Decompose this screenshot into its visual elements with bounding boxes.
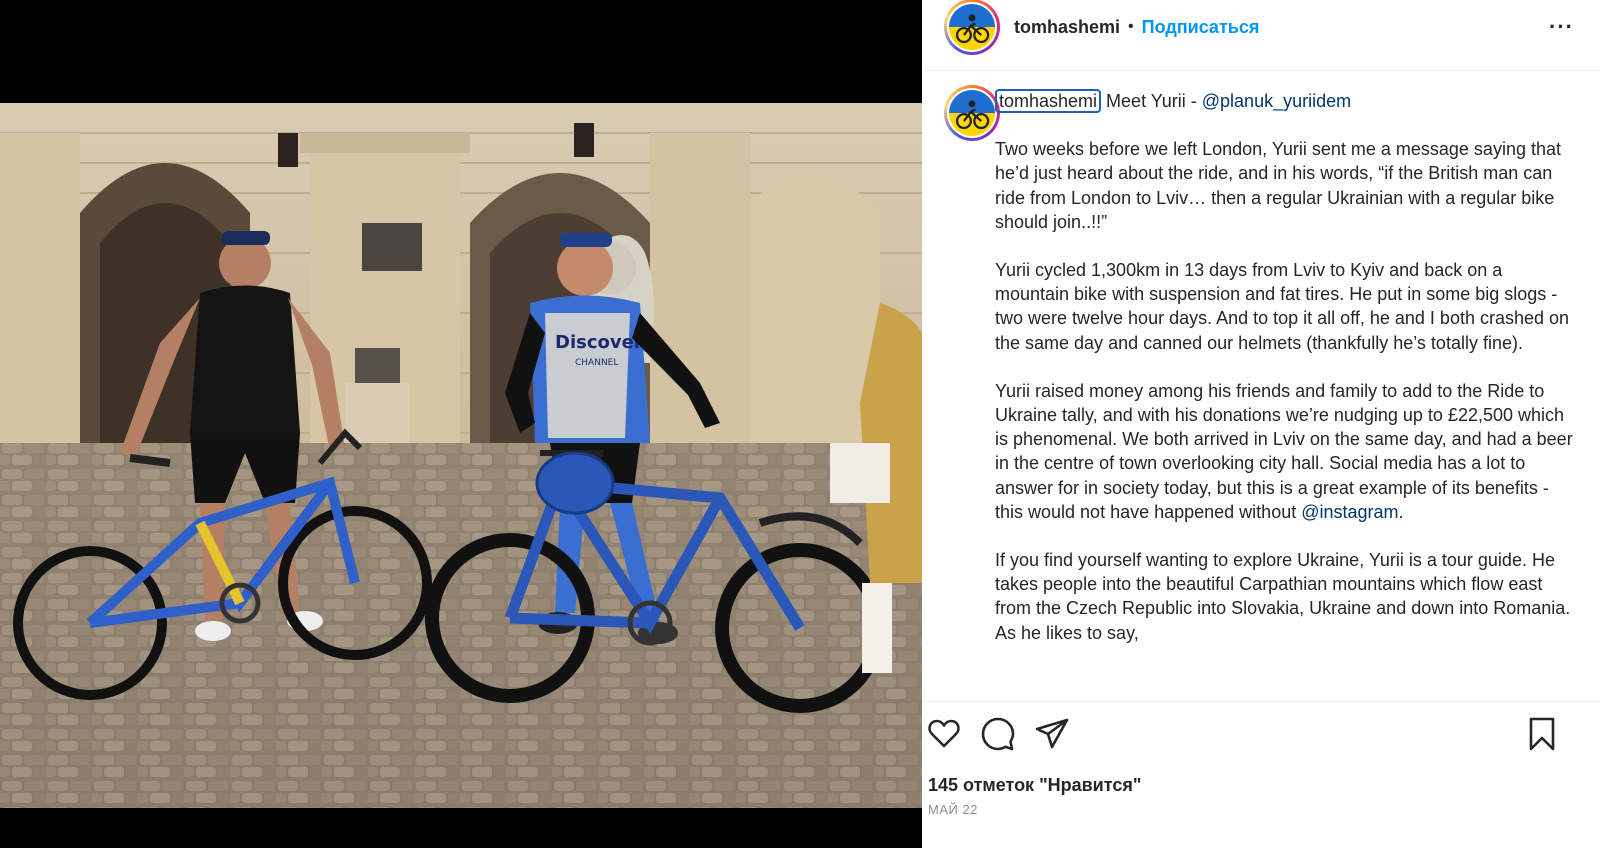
post-actions — [922, 716, 1600, 760]
header-avatar[interactable] — [944, 0, 1000, 55]
paper-plane-icon[interactable] — [1034, 716, 1070, 752]
mention-link[interactable]: @instagram — [1301, 502, 1398, 522]
caption-paragraph: Yurii cycled 1,300km in 13 days from Lvi… — [995, 260, 1570, 353]
post-date: МАЙ 22 — [928, 802, 978, 817]
caption-paragraph: Two weeks before we left London, Yurii s… — [995, 139, 1561, 232]
cyclist-avatar-icon — [949, 90, 995, 136]
cyclist-avatar-icon — [949, 4, 995, 50]
bookmark-icon[interactable] — [1524, 716, 1560, 752]
caption-paragraph: Yurii raised money among his friends and… — [995, 379, 1580, 524]
post-view: Discovery CHANNEL tomhashemi • Подписать… — [0, 0, 1600, 848]
caption-scroll-area[interactable]: tomhashemi Meet Yurii - @planuk_yuriidem… — [922, 71, 1600, 701]
cyclists-photo: Discovery CHANNEL — [0, 103, 922, 808]
jersey-subtext: CHANNEL — [575, 358, 618, 368]
actions-divider — [922, 701, 1600, 702]
header-username[interactable]: tomhashemi — [1014, 17, 1120, 38]
caption: tomhashemi Meet Yurii - @planuk_yuriidem… — [995, 89, 1580, 645]
caption-avatar[interactable] — [944, 85, 1000, 141]
mention-link[interactable]: @planuk_yuriidem — [1202, 91, 1351, 111]
post-header: tomhashemi • Подписаться ··· — [922, 0, 1600, 55]
comment-icon[interactable] — [980, 716, 1016, 752]
caption-paragraph-text: Yurii raised money among his friends and… — [995, 380, 1573, 522]
more-options-icon[interactable]: ··· — [1549, 14, 1574, 40]
caption-paragraph: If you find yourself wanting to explore … — [995, 550, 1571, 643]
follow-button[interactable]: Подписаться — [1142, 17, 1260, 38]
post-photo[interactable]: Discovery CHANNEL — [0, 103, 922, 808]
post-media: Discovery CHANNEL — [0, 0, 922, 848]
heart-icon[interactable] — [926, 716, 962, 752]
caption-username-link[interactable]: tomhashemi — [995, 89, 1102, 113]
caption-intro: Meet Yurii - — [1101, 91, 1202, 111]
likes-count[interactable]: 145 отметок "Нравится" — [928, 775, 1141, 796]
post-panel: tomhashemi • Подписаться ··· tomhashemi … — [922, 0, 1600, 848]
caption-first-line: tomhashemi Meet Yurii - @planuk_yuriidem — [995, 89, 1580, 113]
header-separator: • — [1128, 18, 1134, 35]
caption-paragraph-end: . — [1398, 501, 1404, 522]
